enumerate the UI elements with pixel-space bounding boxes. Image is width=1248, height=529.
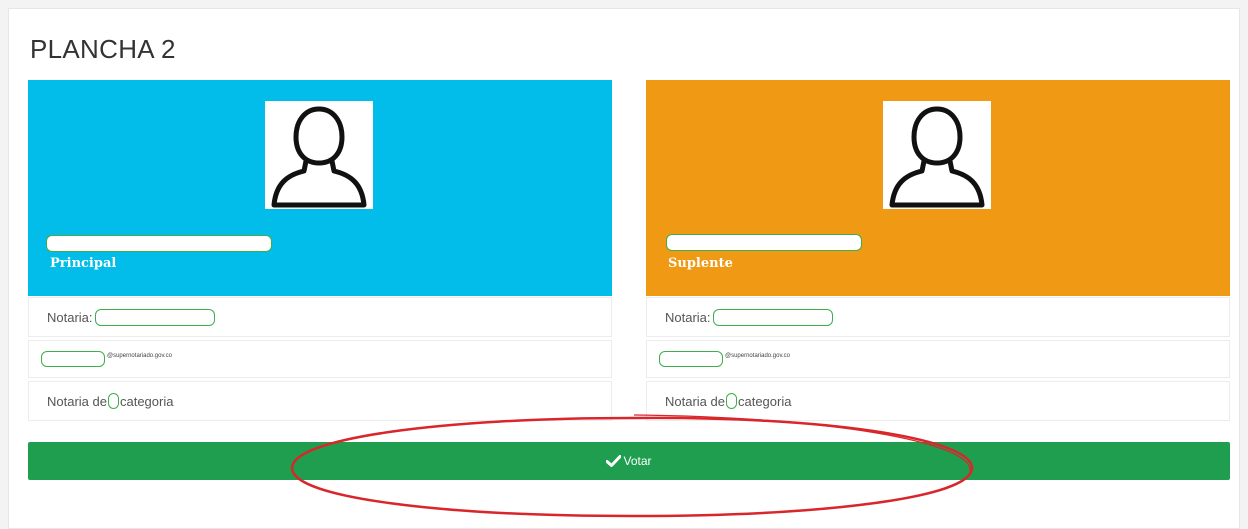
role-label: Principal	[50, 256, 117, 271]
user-silhouette-icon	[271, 106, 367, 208]
email-row: @supernotariado.gov.co	[646, 340, 1230, 378]
category-row: Notaria de categoria	[646, 381, 1230, 421]
candidate-card-principal: Principal Notaria: @supernotariado.gov.c…	[28, 80, 612, 424]
vote-button-label: Votar	[623, 454, 652, 468]
redacted-notaria	[94, 308, 215, 326]
check-icon	[606, 455, 622, 467]
category-prefix: Notaria de	[665, 393, 725, 409]
category-prefix: Notaria de	[47, 393, 107, 409]
email-domain: @supernotariado.gov.co	[107, 353, 173, 359]
role-label: Suplente	[668, 256, 733, 271]
notaria-row: Notaria:	[646, 297, 1230, 337]
redacted-notaria	[712, 308, 833, 326]
email-domain: @supernotariado.gov.co	[725, 353, 791, 359]
card-header-principal: Principal	[28, 80, 612, 296]
card-header-suplente: Suplente	[646, 80, 1230, 296]
email-row: @supernotariado.gov.co	[28, 340, 612, 378]
redacted-category	[725, 393, 737, 409]
category-row: Notaria de categoria	[28, 381, 612, 421]
notaria-row: Notaria:	[28, 297, 612, 337]
category-suffix: categoria	[737, 393, 792, 409]
redacted-name	[666, 234, 862, 251]
avatar	[265, 101, 373, 209]
redacted-category	[107, 393, 119, 409]
candidate-card-suplente: Suplente Notaria: @supernotariado.gov.co…	[646, 80, 1230, 424]
page-title: PLANCHA 2	[30, 34, 176, 64]
notaria-label: Notaria:	[665, 309, 711, 325]
category-suffix: categoria	[119, 393, 174, 409]
user-silhouette-icon	[889, 106, 985, 208]
redacted-name	[46, 235, 272, 252]
avatar	[883, 101, 991, 209]
notaria-label: Notaria:	[47, 309, 93, 325]
redacted-email-user	[41, 351, 105, 367]
redacted-email-user	[659, 351, 723, 367]
vote-button[interactable]: Votar	[28, 442, 1230, 480]
